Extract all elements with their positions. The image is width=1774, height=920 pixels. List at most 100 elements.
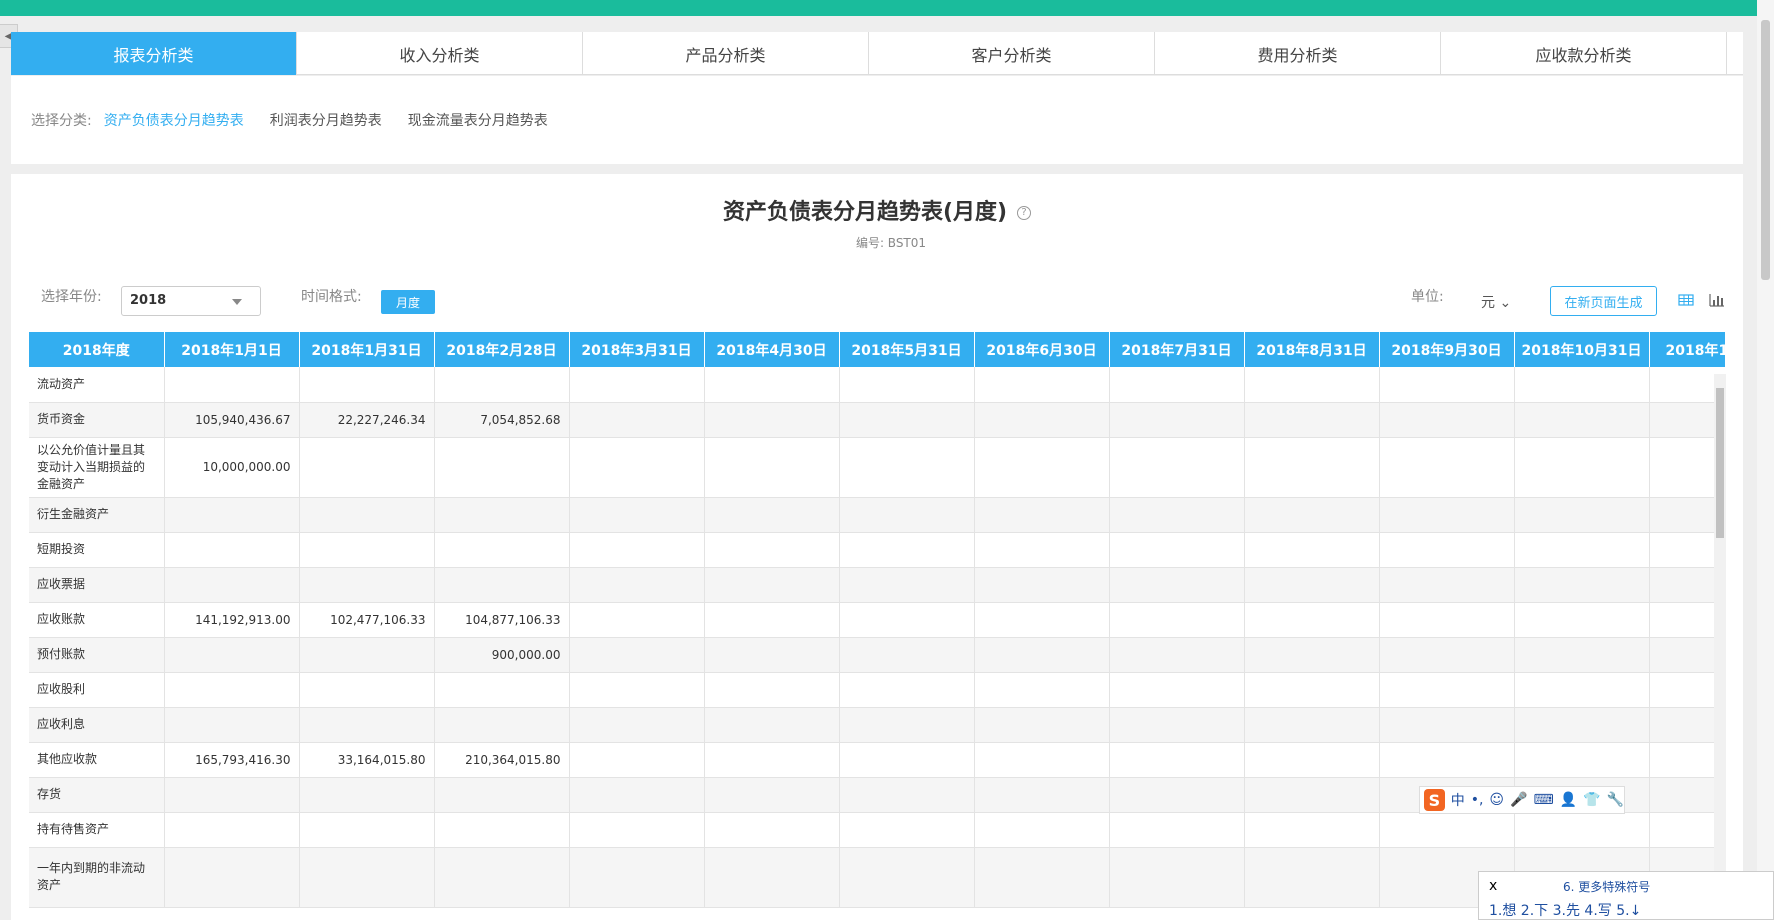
row-label: 应收股利 [29,672,165,708]
page-scrollbar[interactable] [1757,0,1774,920]
table-cell [569,777,705,813]
table-cell [974,672,1110,708]
table-cell: 165,793,416.30 [164,742,300,778]
ime-skin-icon[interactable]: 👕 [1583,792,1600,808]
column-header[interactable]: 2018年11 [1649,332,1725,367]
time-format-label: 时间格式: [301,289,362,305]
table-scrollbar[interactable] [1714,374,1726,920]
column-header[interactable]: 2018年1月31日 [299,332,435,367]
sub-option-income-statement[interactable]: 利润表分月趋势表 [270,110,382,130]
table-row[interactable]: 短期投资 [29,532,1725,568]
unit-select[interactable]: 元 ⌄ [1481,292,1511,312]
top-accent-bar [0,0,1774,16]
column-header[interactable]: 2018年度 [29,332,165,367]
table-row[interactable]: 应收股利 [29,672,1725,708]
ime-mode-chinese[interactable]: 中 [1451,790,1465,810]
table-cell [704,567,840,603]
column-header[interactable]: 2018年6月30日 [974,332,1110,367]
table-row[interactable]: 应收利息 [29,707,1725,743]
table-cell [1244,602,1380,638]
open-in-new-page-button[interactable]: 在新页面生成 [1550,286,1657,316]
table-cell [839,532,975,568]
ime-user-icon[interactable]: 👤 [1560,792,1577,808]
year-select[interactable]: 2018 [121,286,261,316]
column-header[interactable]: 2018年5月31日 [839,332,975,367]
ime-tools-icon[interactable]: 🔧 [1607,792,1624,808]
table-row[interactable]: 流动资产 [29,367,1725,403]
sub-option-cash-flow[interactable]: 现金流量表分月趋势表 [408,110,548,130]
ime-candidate-list[interactable]: 1.想 2.下 3.先 4.写 5.↓ [1489,900,1641,920]
column-header[interactable]: 2018年2月28日 [434,332,570,367]
ime-emoji-icon[interactable]: ☺ [1489,792,1504,808]
report-table-wrapper[interactable]: 2018年度 2018年1月1日 2018年1月31日 2018年2月28日 2… [29,332,1725,920]
table-cell [1514,707,1650,743]
table-cell [704,847,840,908]
table-cell [299,497,435,533]
tab-expense-analysis[interactable]: 费用分析类 [1155,32,1441,75]
column-header[interactable]: 2018年9月30日 [1379,332,1515,367]
table-cell [1514,742,1650,778]
table-cell [164,567,300,603]
column-header[interactable]: 2018年8月31日 [1244,332,1380,367]
table-cell: 7,054,852.68 [434,402,570,438]
column-header[interactable]: 2018年7月31日 [1109,332,1245,367]
table-body: 流动资产 货币资金 105,940,436.67 22,227,246.34 7,054… [29,367,1725,908]
row-label: 应收票据 [29,567,165,603]
table-cell [704,812,840,848]
table-cell [974,402,1110,438]
table-row[interactable]: 应收账款 141,192,913.00 102,477,106.33 104,877,… [29,602,1725,638]
tab-report-analysis[interactable]: 报表分析类 [11,32,297,75]
table-cell [1379,742,1515,778]
tab-receivable-analysis[interactable]: 应收款分析类 [1441,32,1727,75]
ime-punctuation-icon[interactable]: •, [1471,792,1484,808]
table-view-icon[interactable] [1678,292,1694,308]
table-row[interactable]: 应收票据 [29,567,1725,603]
table-cell [164,847,300,908]
row-label: 短期投资 [29,532,165,568]
table-row[interactable]: 衍生金融资产 [29,497,1725,533]
table-cell [974,367,1110,403]
time-format-button[interactable]: 月度 [381,290,435,314]
sub-option-balance-sheet[interactable]: 资产负债表分月趋势表 [104,110,244,130]
table-row[interactable]: 其他应收款 165,793,416.30 33,164,015.80 210,364,… [29,742,1725,778]
table-cell [704,367,840,403]
table-cell [569,437,705,498]
row-label: 流动资产 [29,367,165,403]
table-cell [839,812,975,848]
table-cell [164,707,300,743]
tab-income-analysis[interactable]: 收入分析类 [297,32,583,75]
tab-product-analysis[interactable]: 产品分析类 [583,32,869,75]
table-cell [1514,602,1650,638]
table-cell [704,707,840,743]
ime-hint[interactable]: 6. 更多特殊符号 [1563,878,1650,895]
table-row[interactable]: 预付账款 900,000.00 [29,637,1725,673]
sub-category-label: 选择分类: [31,113,92,129]
table-cell [1379,567,1515,603]
table-cell: 210,364,015.80 [434,742,570,778]
column-header[interactable]: 2018年3月31日 [569,332,705,367]
chevron-down-icon: ⌄ [1499,295,1512,311]
column-header[interactable]: 2018年1月1日 [164,332,300,367]
table-row[interactable]: 一年内到期的非流动资产 [29,847,1725,908]
table-cell [974,437,1110,498]
table-cell [299,812,435,848]
ime-keyboard-icon[interactable]: ⌨ [1533,792,1553,808]
column-header[interactable]: 2018年4月30日 [704,332,840,367]
tab-customer-analysis[interactable]: 客户分析类 [869,32,1155,75]
table-cell: 900,000.00 [434,637,570,673]
table-cell [1109,847,1245,908]
table-cell [974,707,1110,743]
table-scrollbar-thumb[interactable] [1716,388,1724,538]
table-cell [974,567,1110,603]
table-cell [164,367,300,403]
help-icon[interactable]: ? [1017,206,1032,220]
report-title-row: 资产负债表分月趋势表(月度)? [11,194,1743,226]
column-header[interactable]: 2018年10月31日 [1514,332,1650,367]
table-row[interactable]: 持有待售资产 [29,812,1725,848]
page-scrollbar-thumb[interactable] [1761,20,1770,280]
chart-view-icon[interactable] [1709,292,1725,308]
table-cell: 33,164,015.80 [299,742,435,778]
table-row[interactable]: 货币资金 105,940,436.67 22,227,246.34 7,054,852… [29,402,1725,438]
ime-voice-icon[interactable]: 🎤 [1510,792,1527,808]
table-row[interactable]: 以公允价值计量且其变动计入当期损益的金融资产 10,000,000.00 [29,437,1725,498]
